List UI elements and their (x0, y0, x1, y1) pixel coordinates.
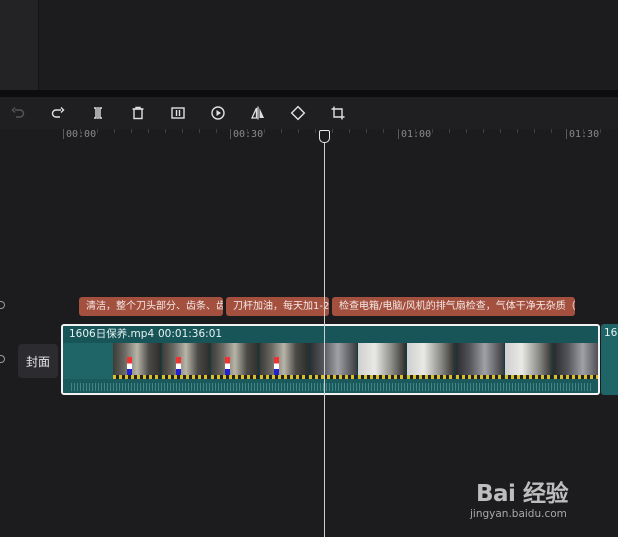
crop-icon[interactable] (328, 103, 348, 123)
text-track-icon (0, 301, 5, 309)
undo-icon[interactable] (8, 103, 28, 123)
ruler-tick (63, 129, 64, 139)
panel-divider[interactable] (0, 90, 618, 97)
video-clip[interactable]: 1606日保养.mp4 00:01:36:01 (61, 324, 600, 395)
ruler-tick (566, 129, 567, 139)
clip-thumbnail (260, 343, 309, 381)
video-track-icon (0, 355, 5, 363)
left-panel (0, 0, 39, 90)
clip-thumbnail (456, 343, 505, 381)
clip-thumbnail (162, 343, 211, 381)
ruler-label: 00:30 (233, 129, 264, 140)
text-clip[interactable]: 清洁，整个刀头部分、齿条、齿 (79, 297, 223, 316)
ruler-label: 01:30 (569, 129, 600, 140)
clip-duration: 00:01:36:01 (158, 328, 223, 340)
audio-waveform (63, 379, 598, 393)
clip-filename: 1606日保养.mp4 (69, 328, 155, 340)
mirror-icon[interactable] (248, 103, 268, 123)
clip-thumbnail (554, 343, 598, 381)
preview-area (0, 0, 618, 90)
playhead-handle[interactable] (319, 130, 330, 143)
time-ruler[interactable]: 00:00 00:30 01:00 01:30 (0, 129, 618, 143)
redo-icon[interactable] (48, 103, 68, 123)
clip-header: 1606日保养.mp4 00:01:36:01 (63, 326, 598, 343)
freeze-frame-icon[interactable] (168, 103, 188, 123)
rotate-icon[interactable] (288, 103, 308, 123)
play-reverse-icon[interactable] (208, 103, 228, 123)
text-clip[interactable]: 检查电箱/电脑/风机的排气扇检查，气体干净无杂质（ (332, 297, 575, 316)
playhead-line[interactable] (324, 138, 325, 537)
next-video-clip[interactable]: 1606 (601, 324, 618, 395)
clip-thumbnail (505, 343, 554, 381)
ruler-tick (398, 129, 399, 139)
clip-thumbnail (358, 343, 407, 381)
text-clip[interactable]: 刀杆加油，每天加1-2 (226, 297, 329, 316)
watermark-url: jingyan.baidu.com (470, 508, 567, 520)
watermark-brand: Bai 经验 (476, 481, 568, 507)
clip-thumbnail (309, 343, 358, 381)
ruler-tick (230, 129, 231, 139)
delete-icon[interactable] (128, 103, 148, 123)
split-icon[interactable] (88, 103, 108, 123)
clip-thumbnails (113, 343, 598, 381)
clip-thumbnail (113, 343, 162, 381)
next-clip-label: 1606 (604, 327, 618, 339)
watermark: Bai 经验 jingyan.baidu.com (470, 470, 610, 530)
cover-button[interactable]: 封面 (18, 344, 58, 378)
timeline-toolbar (0, 97, 618, 129)
clip-thumbnail (407, 343, 456, 381)
ruler-label: 00:00 (66, 129, 97, 140)
clip-thumbnail (211, 343, 260, 381)
ruler-label: 01:00 (401, 129, 432, 140)
